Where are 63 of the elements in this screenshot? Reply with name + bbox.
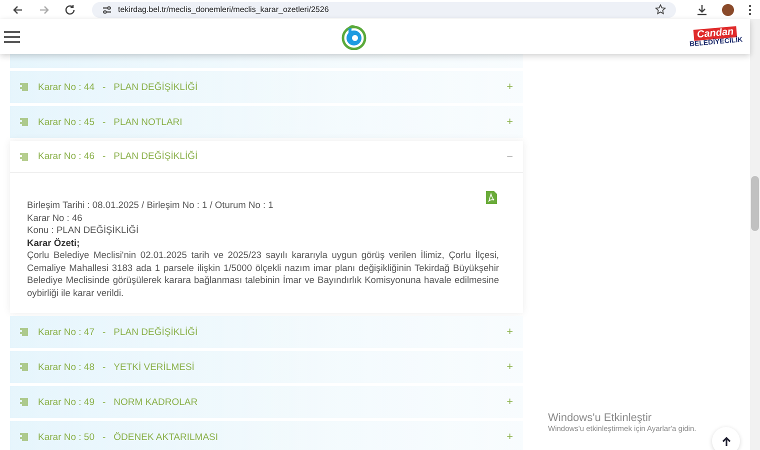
accordion-header[interactable]: Karar No : 48 - YETKİ VERİLMESİ + xyxy=(10,351,523,383)
separator: - xyxy=(102,82,106,92)
detail-line: Birleşim Tarihi : 08.01.2025 / Birleşim No : 1 / Oturum No : 1 xyxy=(27,199,274,212)
decision-subject: PLAN DEĞİŞİKLİĞİ xyxy=(114,82,198,92)
download-icon[interactable] xyxy=(696,4,708,16)
separator: - xyxy=(102,326,106,338)
up-arrow-icon xyxy=(722,436,730,446)
toggle-icon[interactable]: + xyxy=(506,81,513,93)
decision-number: Karar No : 47 xyxy=(38,326,94,338)
accordion-header[interactable]: Karar No : 50 - ÖDENEK AKTARILMASI + xyxy=(10,421,523,450)
list-icon xyxy=(20,328,28,336)
separator: - xyxy=(102,116,106,128)
list-icon xyxy=(20,83,28,91)
bookmark-star-icon[interactable] xyxy=(655,4,666,15)
separator: - xyxy=(102,362,106,372)
list-icon xyxy=(20,118,28,126)
accordion-header[interactable]: Karar No : 47 - PLAN DEĞİŞİKLİĞİ + xyxy=(10,316,523,348)
decision-number: Karar No : 48 xyxy=(38,362,94,372)
pdf-file-icon[interactable] xyxy=(486,191,497,204)
decision-number: Karar No : 50 xyxy=(38,432,94,442)
decision-number: Karar No : 46 xyxy=(38,151,94,162)
accordion-header[interactable]: Karar No : 45 - PLAN NOTLARI + xyxy=(10,106,523,138)
toggle-icon[interactable]: + xyxy=(506,326,513,338)
separator: - xyxy=(102,151,106,162)
decision-subject: PLAN DEĞİŞİKLİĞİ xyxy=(114,326,198,338)
list-icon xyxy=(20,398,28,406)
menu-icon[interactable] xyxy=(4,30,20,42)
decision-subject: PLAN DEĞİŞİKLİĞİ xyxy=(114,151,198,162)
url-text: tekirdag.bel.tr/meclis_donemleri/meclis_karar_ozetleri/2526 xyxy=(118,5,329,14)
toggle-icon[interactable]: + xyxy=(506,396,513,408)
decision-subject: ÖDENEK AKTARILMASI xyxy=(114,432,218,442)
decision-subject: NORM KADROLAR xyxy=(114,396,198,408)
site-settings-icon[interactable] xyxy=(102,4,112,14)
more-menu-icon[interactable] xyxy=(748,4,752,16)
decision-subject: YETKİ VERİLMESİ xyxy=(114,362,194,372)
accordion-header[interactable]: Karar No : 44 - PLAN DEĞİŞİKLİĞİ + xyxy=(10,71,523,103)
scrollbar[interactable] xyxy=(750,19,760,450)
accordion-header[interactable]: Karar No : 49 - NORM KADROLAR + xyxy=(10,386,523,418)
profile-avatar[interactable] xyxy=(722,4,734,16)
toggle-icon[interactable]: + xyxy=(506,431,513,443)
decision-number: Karar No : 45 xyxy=(38,116,94,128)
decision-subject: PLAN NOTLARI xyxy=(114,116,182,128)
accordion-header[interactable]: Karar No : 46 - PLAN DEĞİŞİKLİĞİ − xyxy=(10,141,523,173)
activation-title: Windows'u Etkinleştir xyxy=(548,412,653,424)
summary-text: Çorlu Belediye Meclisi'nin 02.01.2025 tarih ve 2025/23 sayılı kararıyla uygun görüş verilen İlimiz, Çorlu İlçesi, Cemaliye Mahallesi 3183 ada 1 parsele ilişkin 1/5000 ölçekli nazım imar planı değişikliğinin Tekirdağ Büyükşehir Belediye Meclisinde görüşülerek karara bağlanması talebinin İmar ve Bayındırlık Komisyonuna havale edilmesine oybirliği ile karar verildi. xyxy=(27,249,499,299)
separator: - xyxy=(102,396,106,408)
list-icon xyxy=(20,152,28,160)
decision-number: Karar No : 44 xyxy=(38,82,94,92)
list-icon xyxy=(20,363,28,371)
reload-icon[interactable] xyxy=(64,4,76,16)
decision-number: Karar No : 49 xyxy=(38,396,94,408)
back-arrow-icon[interactable] xyxy=(12,4,24,16)
detail-line: Karar No : 46 xyxy=(27,212,84,224)
summary-title: Karar Özeti; xyxy=(27,236,81,249)
scrollbar-thumb[interactable] xyxy=(751,176,759,231)
detail-line: Konu : PLAN DEĞİŞİKLİĞİ xyxy=(27,224,140,236)
list-icon xyxy=(20,433,28,441)
toggle-icon[interactable]: + xyxy=(506,361,513,373)
address-bar[interactable]: tekirdag.bel.tr/meclis_donemleri/meclis_karar_ozetleri/2526 xyxy=(92,2,676,18)
toggle-icon[interactable]: + xyxy=(506,116,513,128)
scroll-to-top-button[interactable] xyxy=(712,427,740,450)
toggle-icon[interactable]: − xyxy=(506,150,513,162)
separator: - xyxy=(102,432,106,442)
